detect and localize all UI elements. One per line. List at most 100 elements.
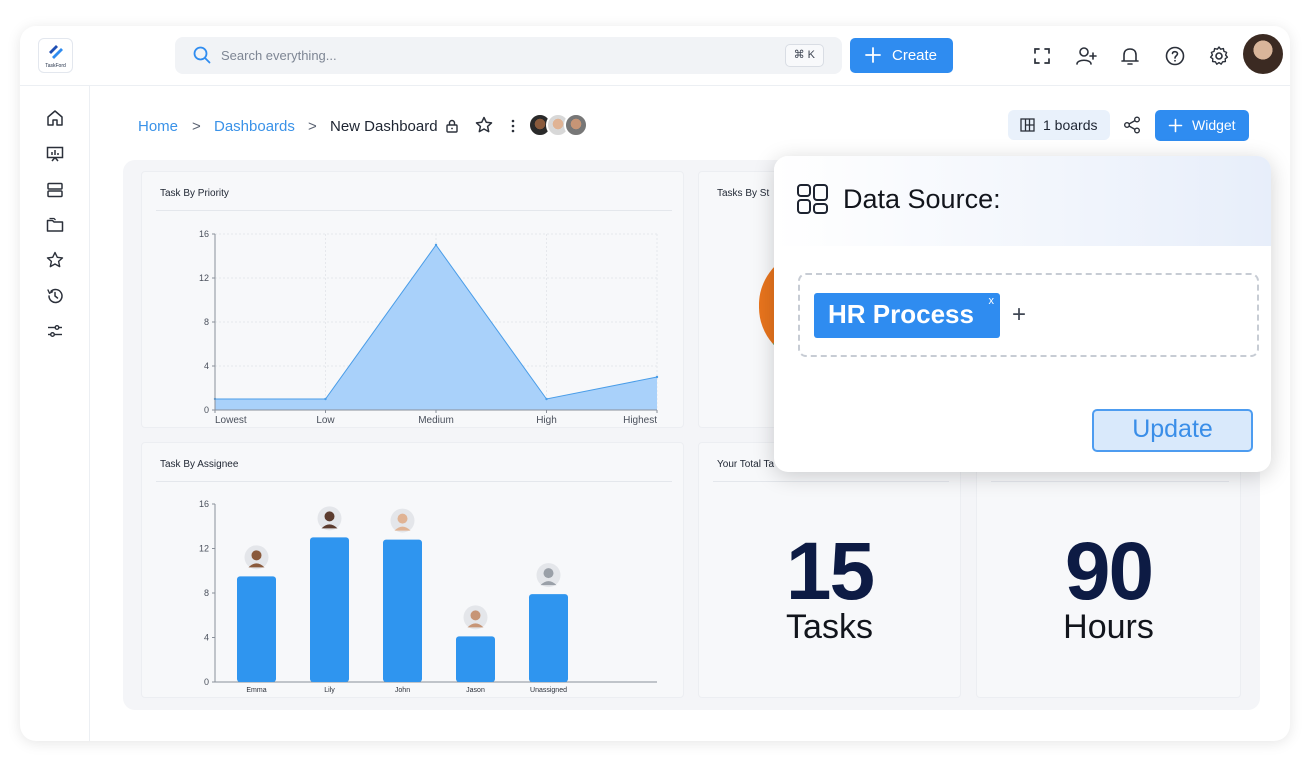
chip-label: HR Process <box>828 299 974 329</box>
search-shortcut: ⌘ K <box>784 44 824 67</box>
assignee-avatar-face <box>324 511 335 522</box>
assignee-chart-card[interactable]: Task By Assignee 0 4 8 12 16 Emma Lily John Jaso… <box>141 442 684 698</box>
y-tick-label: 0 <box>204 405 209 415</box>
boards-button[interactable]: 1 boards <box>1008 110 1110 140</box>
breadcrumb-dashboards[interactable]: Dashboards <box>214 118 295 135</box>
search-input[interactable]: Search everything... <box>221 48 337 63</box>
priority-chart-card[interactable]: Task By Priority 0 4 8 12 16 Lowest Low Medium H… <box>141 171 684 428</box>
presentation-icon[interactable] <box>45 144 65 164</box>
y-tick-label: 0 <box>204 677 209 687</box>
y-tick-label: 12 <box>199 273 209 283</box>
search-bar[interactable]: Search everything... ⌘ K <box>175 37 842 74</box>
total-hours-unit: Hours <box>1063 608 1154 646</box>
board-icon <box>1020 118 1035 132</box>
share-icon[interactable] <box>1122 115 1142 135</box>
more-options-icon[interactable] <box>506 117 520 135</box>
add-widget-button[interactable]: Widget <box>1155 110 1249 141</box>
fullscreen-icon[interactable] <box>1030 44 1054 68</box>
search-icon <box>193 46 211 64</box>
bar <box>237 576 276 682</box>
add-user-icon[interactable] <box>1074 44 1098 68</box>
data-point <box>545 397 548 401</box>
data-point <box>655 375 659 379</box>
x-tick-label: Lowest <box>215 415 247 426</box>
x-tick-label: John <box>395 687 410 694</box>
update-button[interactable]: Update <box>1092 409 1253 452</box>
sidebar <box>20 86 90 741</box>
y-tick-label: 16 <box>199 229 209 239</box>
data-source-popup: Data Source: HR Process x + Update <box>774 156 1271 472</box>
sliders-icon[interactable] <box>45 321 65 341</box>
assignee-avatar-face <box>251 550 262 561</box>
widget-button-label: Widget <box>1192 117 1236 133</box>
data-point <box>434 243 438 247</box>
assignee-bar-chart: 0 4 8 12 16 Emma Lily John Jason Unassigned <box>199 499 657 694</box>
total-tasks-value: 15 <box>785 526 875 617</box>
assignee-avatar-face <box>543 568 554 579</box>
home-icon[interactable] <box>45 108 65 128</box>
server-icon[interactable] <box>45 180 65 200</box>
help-icon[interactable] <box>1163 44 1187 68</box>
y-tick-label: 8 <box>204 317 209 327</box>
layout-grid-icon <box>797 184 828 214</box>
y-tick-label: 12 <box>199 544 209 554</box>
bar <box>456 636 495 682</box>
folder-icon[interactable] <box>45 215 65 235</box>
app-window: TaskFord Search everything... ⌘ K Create <box>20 26 1290 741</box>
card-title: Tasks By St <box>717 188 770 199</box>
assignee-avatar-face <box>397 513 408 524</box>
add-source-button[interactable]: + <box>1012 301 1026 329</box>
total-hours-value: 90 <box>1064 526 1154 617</box>
favorite-star-icon[interactable] <box>474 115 494 135</box>
breadcrumb-separator: > <box>192 118 201 135</box>
create-button[interactable]: Create <box>850 38 953 73</box>
x-tick-label: High <box>536 415 557 426</box>
bar <box>310 537 349 682</box>
total-tasks-card[interactable]: Your Total Ta 15 Tasks <box>698 442 961 698</box>
plus-icon <box>865 47 881 63</box>
member-avatar[interactable] <box>564 113 588 137</box>
plus-icon <box>1168 118 1183 133</box>
data-point <box>324 397 327 401</box>
x-tick-label: Jason <box>466 687 485 694</box>
assignee-avatar-face <box>470 610 481 621</box>
y-tick-label: 4 <box>204 633 209 643</box>
logo-icon <box>49 45 63 59</box>
y-tick-label: 4 <box>204 361 209 371</box>
area-fill <box>215 245 657 410</box>
gear-icon[interactable] <box>1207 44 1231 68</box>
x-tick-label: Medium <box>418 415 454 426</box>
total-hours-card[interactable]: 90 Hours <box>976 442 1241 698</box>
y-tick-label: 8 <box>204 588 209 598</box>
x-tick-label: Highest <box>623 415 657 426</box>
total-tasks-unit: Tasks <box>786 608 873 646</box>
app-logo[interactable]: TaskFord <box>38 38 73 73</box>
popup-title: Data Source: <box>843 184 1001 214</box>
card-title: Your Total Ta <box>717 459 775 470</box>
star-icon[interactable] <box>45 250 65 270</box>
boards-button-label: 1 boards <box>1043 117 1098 133</box>
data-source-chip[interactable]: HR Process x <box>814 293 1000 338</box>
top-bar: TaskFord Search everything... ⌘ K Create <box>20 26 1290 86</box>
card-divider <box>713 481 949 482</box>
page-title: New Dashboard <box>330 118 438 135</box>
history-icon[interactable] <box>45 286 65 306</box>
bar <box>529 594 568 682</box>
x-tick-label: Emma <box>246 687 266 694</box>
y-tick-label: 16 <box>199 499 209 509</box>
x-tick-label: Low <box>316 415 335 426</box>
x-tick-label: Lily <box>324 687 335 694</box>
chip-remove-button[interactable]: x <box>989 295 995 307</box>
breadcrumb-separator: > <box>308 118 317 135</box>
x-tick-label: Unassigned <box>530 687 567 694</box>
bell-icon[interactable] <box>1118 44 1142 68</box>
create-button-label: Create <box>892 47 938 64</box>
breadcrumb-home[interactable]: Home <box>138 118 178 135</box>
data-source-dropzone[interactable]: HR Process x + <box>798 273 1259 357</box>
card-divider <box>991 481 1229 482</box>
logo-text: TaskFord <box>45 63 66 69</box>
user-avatar[interactable] <box>1243 34 1283 74</box>
priority-area-chart: 0 4 8 12 16 Lowest Low Medium High Highest <box>199 229 659 426</box>
bar <box>383 539 422 682</box>
lock-icon[interactable] <box>444 118 460 134</box>
